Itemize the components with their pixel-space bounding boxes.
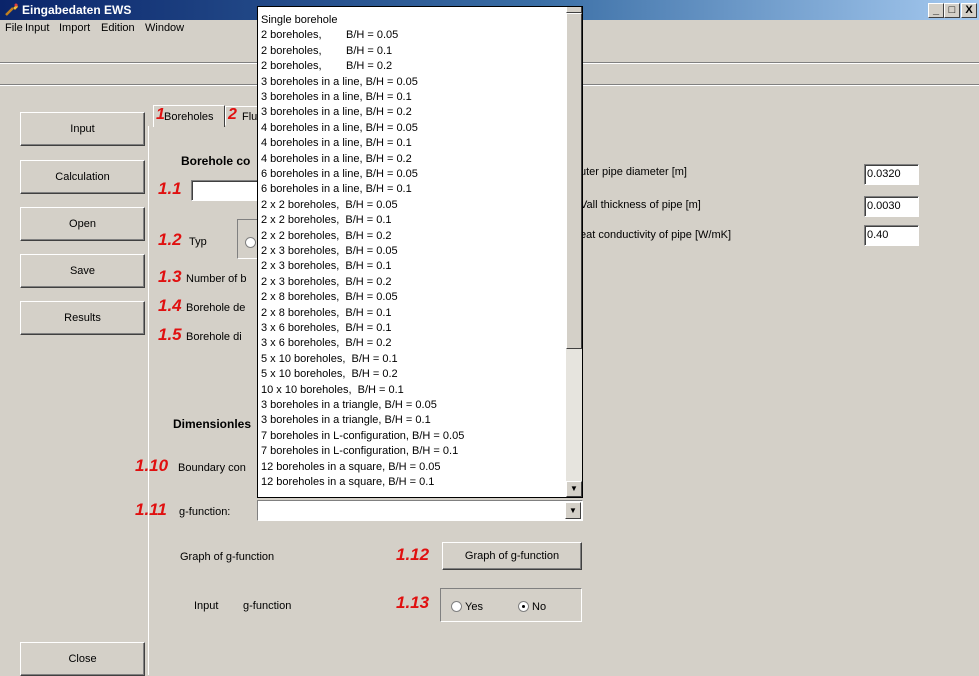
- scroll-down-icon[interactable]: ▼: [566, 481, 582, 497]
- dropdown-option[interactable]: 2 boreholes, B/H = 0.05: [261, 29, 398, 42]
- scroll-thumb[interactable]: [566, 13, 582, 349]
- dropdown-option[interactable]: 7 boreholes in L-configuration, B/H = 0.…: [261, 430, 464, 443]
- menu-window[interactable]: Window: [145, 22, 184, 34]
- label-number-1-13: 1.13: [396, 593, 430, 612]
- dropdown-option[interactable]: 2 x 8 boreholes, B/H = 0.1: [261, 307, 392, 320]
- dropdown-option[interactable]: 2 x 3 boreholes, B/H = 0.1: [261, 260, 392, 273]
- close-window-button[interactable]: X: [961, 3, 977, 18]
- dropdown-scrollbar[interactable]: ▲ ▼: [566, 7, 582, 497]
- close-button[interactable]: Close: [20, 642, 145, 676]
- number-of-boreholes-label: Number of b: [186, 273, 247, 285]
- input-label: Input: [194, 600, 219, 612]
- dropdown-option[interactable]: 3 x 6 boreholes, B/H = 0.1: [261, 322, 392, 335]
- dropdown-option[interactable]: 2 x 2 boreholes, B/H = 0.05: [261, 199, 398, 212]
- save-button[interactable]: Save: [20, 254, 145, 288]
- label-number-1-3: 1.3: [158, 267, 182, 286]
- dropdown-option[interactable]: 2 x 8 boreholes, B/H = 0.05: [261, 291, 398, 304]
- chevron-down-icon[interactable]: ▼: [565, 502, 581, 519]
- yes-radio[interactable]: [451, 601, 462, 612]
- scroll-up-icon[interactable]: ▲: [566, 7, 582, 13]
- dropdown-option[interactable]: 12 boreholes in a square, B/H = 0.05: [261, 461, 440, 474]
- dropdown-option[interactable]: 2 boreholes, B/H = 0.2: [261, 60, 392, 73]
- tab-boreholes[interactable]: 1 Boreholes: [153, 105, 225, 127]
- dropdown-option[interactable]: 3 boreholes in a line, B/H = 0.2: [261, 106, 412, 119]
- dropdown-option[interactable]: 2 x 3 boreholes, B/H = 0.05: [261, 245, 398, 258]
- dropdown-option[interactable]: 2 boreholes, B/H = 0.1: [261, 45, 392, 58]
- dropdown-option[interactable]: 12 boreholes in a square, B/H = 0.1: [261, 476, 434, 489]
- no-radio[interactable]: [518, 601, 529, 612]
- borehole-config-dropdown-list[interactable]: ▲ ▼ Single borehole 2 boreholes, B/H = 0.…: [257, 6, 583, 498]
- menu-edition[interactable]: Edition: [101, 22, 135, 34]
- dropdown-option[interactable]: 2 x 2 boreholes, B/H = 0.1: [261, 214, 392, 227]
- label-number-1-2: 1.2: [158, 230, 182, 249]
- results-button[interactable]: Results: [20, 301, 145, 335]
- typ-label: Typ: [189, 236, 207, 248]
- dropdown-option[interactable]: 7 boreholes in L-configuration, B/H = 0.…: [261, 445, 458, 458]
- label-number-1-5: 1.5: [158, 325, 182, 344]
- dropdown-option[interactable]: 6 boreholes in a line, B/H = 0.05: [261, 168, 418, 181]
- heat-conductivity-input[interactable]: 0.40: [864, 225, 919, 246]
- input-button[interactable]: Input: [20, 112, 145, 146]
- typ-radio[interactable]: [245, 237, 256, 248]
- label-number-1-1: 1.1: [158, 179, 182, 198]
- dropdown-option[interactable]: 2 x 3 boreholes, B/H = 0.2: [261, 276, 392, 289]
- label-number-1-12: 1.12: [396, 545, 430, 564]
- wall-thickness-label: Vall thickness of pipe [m]: [580, 199, 701, 211]
- borehole-name-input[interactable]: [191, 180, 261, 201]
- yes-label: Yes: [465, 601, 483, 613]
- window-title: Eingabedaten EWS: [22, 3, 132, 17]
- borehole-diameter-label: Borehole di: [186, 331, 242, 343]
- label-number-1-4: 1.4: [158, 296, 182, 315]
- input-g-function-label: g-function: [243, 600, 292, 612]
- dropdown-option[interactable]: 5 x 10 boreholes, B/H = 0.1: [261, 353, 398, 366]
- tab-fluid-number: 2: [228, 106, 237, 123]
- dropdown-option[interactable]: 3 boreholes in a line, B/H = 0.05: [261, 76, 418, 89]
- menu-input[interactable]: Input: [25, 22, 49, 34]
- dropdown-option[interactable]: 5 x 10 boreholes, B/H = 0.2: [261, 368, 398, 381]
- dropdown-option[interactable]: 10 x 10 boreholes, B/H = 0.1: [261, 384, 404, 397]
- label-number-1-11: 1.11: [135, 500, 167, 519]
- dropdown-option[interactable]: 3 boreholes in a line, B/H = 0.1: [261, 91, 412, 104]
- dropdown-option[interactable]: 4 boreholes in a line, B/H = 0.1: [261, 137, 412, 150]
- app-tool-icon: [5, 3, 19, 16]
- minimize-button[interactable]: _: [928, 3, 944, 18]
- borehole-depth-label: Borehole de: [186, 302, 246, 314]
- calculation-button[interactable]: Calculation: [20, 160, 145, 194]
- boundary-condition-label: Boundary con: [178, 462, 246, 474]
- heat-conductivity-label: eat conductivity of pipe [W/mK]: [580, 229, 732, 241]
- dropdown-option[interactable]: Single borehole: [261, 14, 337, 27]
- wall-thickness-input[interactable]: 0.0030: [864, 196, 919, 217]
- menu-import[interactable]: Import: [59, 22, 90, 34]
- dropdown-option[interactable]: 4 boreholes in a line, B/H = 0.2: [261, 153, 412, 166]
- graph-g-function-label: Graph of g-function: [180, 551, 275, 563]
- dropdown-option[interactable]: 6 boreholes in a line, B/H = 0.1: [261, 183, 412, 196]
- dropdown-option[interactable]: 3 boreholes in a triangle, B/H = 0.1: [261, 414, 431, 427]
- tab-fluid-label: Flu: [242, 111, 258, 123]
- label-number-1-10: 1.10: [135, 456, 169, 475]
- menu-file[interactable]: File: [5, 22, 23, 34]
- dropdown-option[interactable]: 4 boreholes in a line, B/H = 0.05: [261, 122, 418, 135]
- dropdown-option[interactable]: 2 x 2 boreholes, B/H = 0.2: [261, 230, 392, 243]
- outer-pipe-diameter-label: uter pipe diameter [m]: [580, 166, 687, 178]
- g-function-combobox[interactable]: ▼: [257, 500, 583, 521]
- g-function-label: g-function:: [179, 506, 231, 518]
- borehole-config-heading: Borehole co: [181, 154, 251, 168]
- outer-pipe-diameter-input[interactable]: 0.0320: [864, 164, 919, 185]
- open-button[interactable]: Open: [20, 207, 145, 241]
- dropdown-option[interactable]: 3 boreholes in a triangle, B/H = 0.05: [261, 399, 437, 412]
- dropdown-option[interactable]: 3 x 6 boreholes, B/H = 0.2: [261, 337, 392, 350]
- tab-boreholes-label: Boreholes: [164, 111, 214, 123]
- dimensionless-heading: Dimensionles: [173, 417, 252, 431]
- maximize-button[interactable]: □: [944, 3, 960, 18]
- no-label: No: [532, 601, 547, 613]
- graph-g-function-button[interactable]: Graph of g-function: [442, 542, 582, 570]
